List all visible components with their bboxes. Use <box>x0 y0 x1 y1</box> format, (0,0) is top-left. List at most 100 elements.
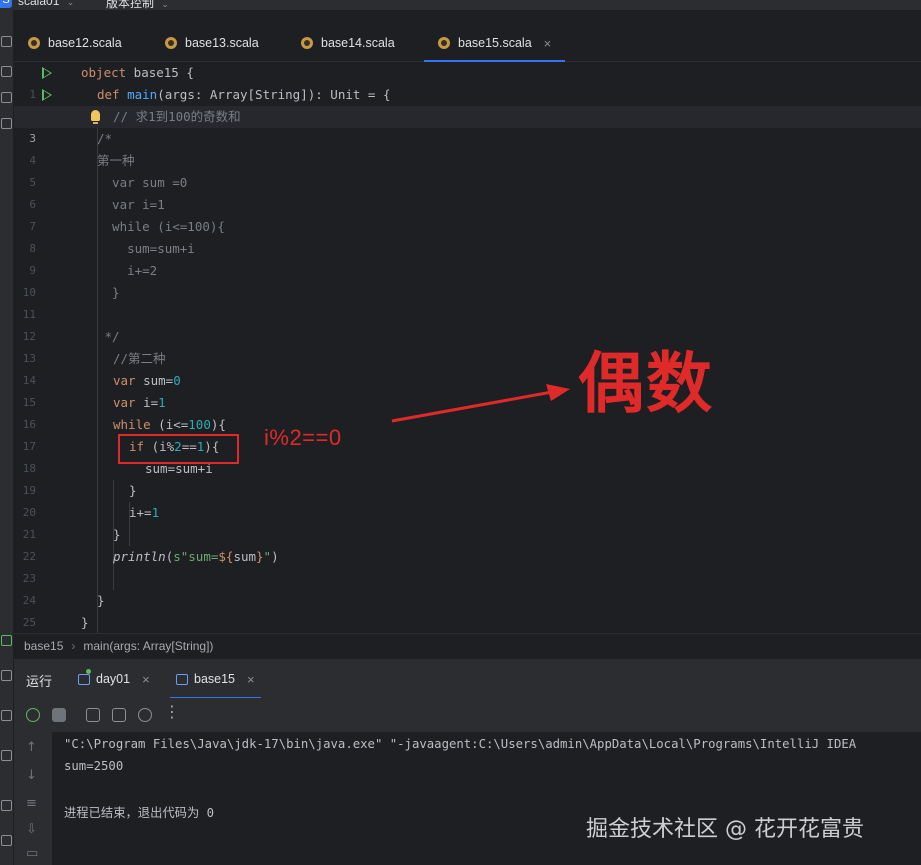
editor-tab-bar: base12.scala base13.scala base14.scala b… <box>14 24 921 62</box>
code-text: i+= <box>129 505 152 520</box>
code-function: println <box>113 549 166 564</box>
code-line: 20 } <box>14 480 921 519</box>
run-tab-day01[interactable]: day01 × <box>78 659 150 699</box>
code-text: base15 { <box>126 65 194 80</box>
code-line: 14 //第二种 <box>14 348 921 387</box>
rerun-icon[interactable] <box>26 708 40 722</box>
commit-icon[interactable] <box>1 92 12 103</box>
code-text: (i<= <box>150 417 189 432</box>
code-function: main <box>127 87 158 102</box>
git-icon[interactable] <box>1 800 12 811</box>
code-interp: ${ <box>218 549 234 564</box>
code-text: sum <box>233 549 257 564</box>
code-line: 24 <box>14 568 921 607</box>
run-gutter-icon[interactable] <box>42 89 52 101</box>
more-options-icon[interactable]: ⋮ <box>164 704 180 720</box>
watermark: 掘金技术社区 @ 花开花富贵 <box>586 817 864 842</box>
code-line: 9 sum=sum+i <box>14 238 921 277</box>
code-keyword: while <box>113 417 151 432</box>
code-line: 7 var i=1 <box>14 194 921 233</box>
problems-icon[interactable] <box>1 710 12 721</box>
code-keyword: var <box>113 395 136 410</box>
chevron-right-icon: › <box>71 638 76 653</box>
run-tool-icon[interactable] <box>1 635 12 646</box>
tab-base12[interactable]: base12.scala <box>28 24 122 62</box>
tab-base14[interactable]: base14.scala <box>301 24 395 62</box>
arrow-icon <box>391 384 570 423</box>
code-line: 11 } <box>14 282 921 321</box>
camera-icon[interactable] <box>86 708 100 722</box>
close-icon[interactable]: × <box>544 36 552 51</box>
left-tool-strip <box>0 10 14 865</box>
chevron-down-icon: ⌄ <box>161 0 169 9</box>
console-line: sum=2500 <box>64 759 124 773</box>
project-icon[interactable] <box>1 36 12 47</box>
code-line: 2 def main(args: Array[String]): Unit = … <box>14 84 921 123</box>
code-interp: } <box>256 549 264 564</box>
lightbulb-icon[interactable] <box>91 110 100 124</box>
tab-base13[interactable]: base13.scala <box>165 24 259 62</box>
tab-label: base13.scala <box>185 36 259 50</box>
code-line: 26 } <box>14 612 921 633</box>
running-indicator-icon <box>86 669 91 674</box>
run-tab-base15[interactable]: base15 × <box>170 659 261 699</box>
console-output[interactable]: "C:\Program Files\Java\jdk-17\bin\java.e… <box>52 732 921 865</box>
console-line: 进程已结束，退出代码为 0 <box>64 806 215 820</box>
scala-file-icon <box>165 37 177 49</box>
vcs-menu[interactable]: 版本控制 ⌄ <box>106 0 169 11</box>
highlight-box <box>118 434 239 464</box>
structure-icon[interactable] <box>1 66 12 77</box>
code-line: 23 println(s"sum=${sum}") <box>14 546 921 585</box>
code-line: 12 <box>14 304 921 343</box>
scroll-to-end-icon[interactable]: ⇩ <box>26 822 37 837</box>
close-icon[interactable]: × <box>142 672 150 687</box>
code-line: 10 i+=2 <box>14 260 921 299</box>
code-number: 1 <box>158 395 166 410</box>
code-comment: 第一种 <box>97 153 135 168</box>
code-string: " <box>263 549 272 564</box>
code-keyword: def <box>97 87 120 102</box>
close-icon[interactable]: × <box>247 672 255 687</box>
console-side-toolbar: ↑ ↓ ≡ ⇩ ▭ <box>14 732 52 865</box>
run-gutter-icon[interactable] <box>42 67 52 79</box>
run-panel-header: 运行 day01 × base15 × <box>14 658 921 699</box>
code-keyword: object <box>81 65 127 80</box>
console-line: "C:\Program Files\Java\jdk-17\bin\java.e… <box>64 737 857 751</box>
tab-base15[interactable]: base15.scala × <box>423 24 566 62</box>
settings-gauge-icon[interactable] <box>138 708 152 722</box>
terminal-icon[interactable] <box>1 670 12 681</box>
run-config-icon <box>176 673 188 685</box>
stop-icon[interactable] <box>52 708 66 722</box>
code-text: sum= <box>135 373 174 388</box>
code-line: 21 i+=1 <box>14 502 921 541</box>
scala-file-icon <box>301 37 313 49</box>
annotation-note: i%2==0 <box>264 425 342 450</box>
breadcrumb-item[interactable]: base15 <box>24 639 63 653</box>
annotation-title: 偶数 <box>578 345 714 422</box>
todo-icon[interactable] <box>1 750 12 761</box>
soft-wrap-icon[interactable]: ≡ <box>26 796 37 811</box>
code-keyword: var <box>113 373 136 388</box>
code-comment: while (i<=100){ <box>97 219 225 234</box>
code-editor[interactable]: 1 object base15 { 2 def main(args: Array… <box>14 62 921 633</box>
code-comment: */ <box>97 329 120 344</box>
project-selector[interactable]: scala01 ⌄ <box>18 0 74 8</box>
breadcrumb-item[interactable]: main(args: Array[String]) <box>83 639 213 653</box>
code-line: 8 while (i<=100){ <box>14 216 921 255</box>
code-text: } <box>97 593 105 608</box>
code-line: 1 object base15 { <box>14 62 921 101</box>
run-panel-title: 运行 <box>26 675 53 690</box>
code-line: 4 /* <box>14 128 921 167</box>
print-icon[interactable]: ▭ <box>26 846 38 861</box>
run-config-icon <box>78 673 90 685</box>
project-badge[interactable]: S <box>0 0 12 8</box>
plugins-icon[interactable] <box>1 118 12 129</box>
scroll-down-icon[interactable]: ↓ <box>26 768 37 783</box>
breadcrumb: base15 › main(args: Array[String]) <box>14 633 921 657</box>
services-icon[interactable] <box>1 835 12 846</box>
scroll-up-icon[interactable]: ↑ <box>26 740 37 755</box>
code-text: } <box>129 483 137 498</box>
restore-layout-icon[interactable] <box>112 708 126 722</box>
code-line: 22 } <box>14 524 921 563</box>
code-text: } <box>113 527 121 542</box>
